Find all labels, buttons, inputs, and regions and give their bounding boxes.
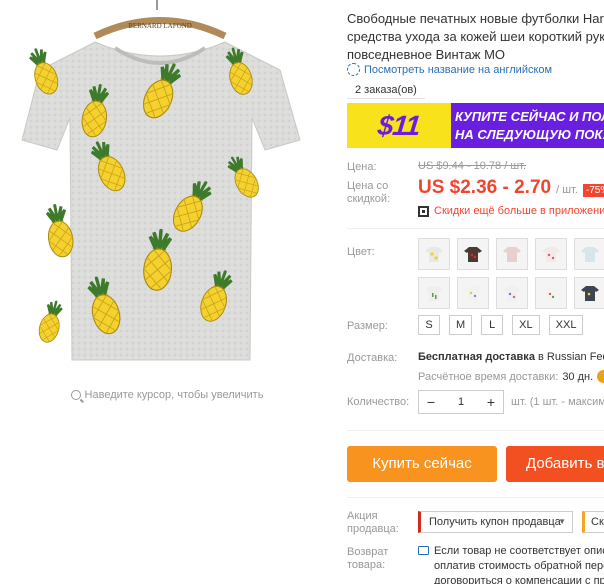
discount-label-line: Цена со bbox=[347, 180, 389, 192]
quantity-increase-button[interactable]: + bbox=[479, 391, 503, 413]
shipping-label: Доставка: bbox=[347, 352, 398, 364]
color-label: Цвет: bbox=[347, 246, 375, 258]
shipping-destination: в Russian Federation bbox=[537, 351, 604, 363]
product-title-line: средства ухода за кожей шеи короткий рук… bbox=[347, 29, 604, 44]
quantity-label: Количество: bbox=[347, 396, 410, 408]
discount-label-line: скидкой: bbox=[347, 193, 391, 205]
orders-count: 2 заказа(ов) bbox=[347, 82, 425, 99]
product-title: Свободные печатных новые футболки Haraju… bbox=[347, 10, 604, 64]
price-unit: / шт. bbox=[556, 184, 578, 196]
promo-text: КУПИТЕ СЕЙЧАС И ПОЛУЧИТЕ НА СЛЕДУЮЩУЮ ПО… bbox=[455, 108, 604, 144]
returns-policy: Если товар не соответствует описанию опл… bbox=[418, 544, 604, 584]
hanger-brand-label: BERNARD LAFOND bbox=[128, 22, 192, 30]
color-swatch-cactus[interactable] bbox=[418, 277, 450, 309]
translate-link-text: Посмотреть название на английском bbox=[364, 63, 553, 76]
color-swatches bbox=[418, 238, 604, 309]
quantity-decrease-button[interactable]: − bbox=[419, 391, 443, 413]
color-swatch-cherry[interactable] bbox=[457, 238, 489, 270]
discount-price: US $2.36 - 2.70 / шт. -75% bbox=[418, 177, 604, 199]
tshirt-image: BERNARD LAFOND bbox=[0, 0, 334, 382]
delivery-time-label: Расчётное время доставки: bbox=[418, 370, 559, 383]
price-label: Цена: bbox=[347, 161, 377, 173]
promo-badge-amount: $11 bbox=[376, 109, 422, 141]
size-option-l[interactable]: L bbox=[481, 315, 504, 335]
returns-label-line: Возврат bbox=[347, 546, 389, 558]
buy-now-button[interactable]: Купить сейчас bbox=[347, 446, 497, 482]
quantity-note: шт. (1 шт. - максимум) bbox=[511, 396, 604, 408]
app-deal-text: Скидки ещё больше в приложении bbox=[434, 205, 604, 217]
size-option-m[interactable]: M bbox=[449, 315, 473, 335]
size-option-s[interactable]: S bbox=[418, 315, 440, 335]
zoom-hint: Наведите курсор, чтобы увеличить bbox=[0, 384, 334, 406]
color-swatch-pink[interactable] bbox=[496, 238, 528, 270]
promo-line-1: КУПИТЕ СЕЙЧАС И ПОЛУЧИТЕ bbox=[455, 109, 604, 124]
returns-label: Возврат товара: bbox=[347, 546, 388, 572]
color-swatch-pineapple[interactable] bbox=[418, 238, 450, 270]
returns-line: оплатив стоимость обратной пересылки или bbox=[434, 560, 604, 572]
product-title-line: Свободные печатных новые футболки Haraju… bbox=[347, 11, 604, 26]
translate-title-link[interactable]: Посмотреть название на английском bbox=[347, 63, 552, 76]
app-deal-link[interactable]: Скидки ещё больше в приложении bbox=[418, 205, 604, 217]
second-coupon-select[interactable]: Ск bbox=[582, 511, 604, 533]
divider bbox=[347, 430, 604, 431]
divider bbox=[347, 228, 604, 229]
seller-coupon-text: Получить купон продавца bbox=[429, 516, 561, 528]
translate-icon bbox=[347, 63, 360, 76]
seller-promo-label-line: Акция bbox=[347, 510, 378, 522]
color-swatch-watermelon[interactable] bbox=[535, 277, 567, 309]
color-swatch-lemon[interactable] bbox=[457, 277, 489, 309]
seller-coupon-select[interactable]: Получить купон продавца ▼ bbox=[418, 511, 573, 533]
quantity-stepper: − 1 + bbox=[418, 390, 504, 414]
return-policy-icon bbox=[418, 546, 429, 555]
magnifier-icon bbox=[70, 390, 81, 400]
product-details: Свободные печатных новые футболки Haraju… bbox=[347, 0, 604, 584]
chevron-down-icon: ▼ bbox=[558, 517, 566, 526]
color-swatch-cat[interactable] bbox=[496, 277, 528, 309]
returns-line: Если товар не соответствует описанию bbox=[434, 545, 604, 557]
zoom-hint-text: Наведите курсор, чтобы увеличить bbox=[84, 389, 264, 401]
seller-promo-label: Акция продавца: bbox=[347, 510, 399, 536]
discount-badge: -75% bbox=[582, 184, 604, 197]
returns-line: договориться о компенсации с продавцом bbox=[434, 575, 604, 584]
size-label: Размер: bbox=[347, 320, 388, 332]
divider bbox=[347, 497, 604, 498]
product-title-line: повседневное Винтаж МО bbox=[347, 47, 506, 62]
color-swatch-banana[interactable] bbox=[574, 277, 604, 309]
promo-badge: $11 bbox=[347, 103, 451, 148]
size-options: S M L XL XXL bbox=[418, 315, 584, 335]
shipping-method[interactable]: Бесплатная доставка в Russian Federation bbox=[418, 351, 604, 363]
discount-price-label: Цена со скидкой: bbox=[347, 180, 390, 206]
original-price: US $9.44 - 10.78 / шт. bbox=[418, 160, 527, 172]
color-swatch-light-blue[interactable] bbox=[574, 238, 604, 270]
delivery-time-value: 30 дн. bbox=[562, 370, 594, 383]
promo-line-2: НА СЛЕДУЮЩУЮ ПОКУПКУ bbox=[455, 127, 604, 142]
delivery-info-icon[interactable] bbox=[597, 370, 604, 383]
quantity-input[interactable]: 1 bbox=[443, 396, 479, 408]
qr-code-icon bbox=[418, 205, 429, 217]
promo-banner[interactable]: $11 КУПИТЕ СЕЙЧАС И ПОЛУЧИТЕ НА СЛЕДУЮЩУ… bbox=[347, 103, 604, 148]
delivery-time: Расчётное время доставки: 30 дн. bbox=[418, 370, 604, 383]
size-option-xl[interactable]: XL bbox=[512, 315, 540, 335]
product-main-image[interactable]: BERNARD LAFOND bbox=[0, 0, 334, 382]
add-to-cart-button[interactable]: Добавить в корзину bbox=[506, 446, 604, 482]
returns-label-line: товара: bbox=[347, 559, 386, 571]
color-swatch-strawberry[interactable] bbox=[535, 238, 567, 270]
discount-price-value: US $2.36 - 2.70 bbox=[418, 177, 552, 198]
size-option-xxl[interactable]: XXL bbox=[548, 315, 584, 335]
shipping-free: Бесплатная доставка bbox=[418, 351, 535, 363]
seller-promo-label-line: продавца: bbox=[347, 523, 399, 535]
